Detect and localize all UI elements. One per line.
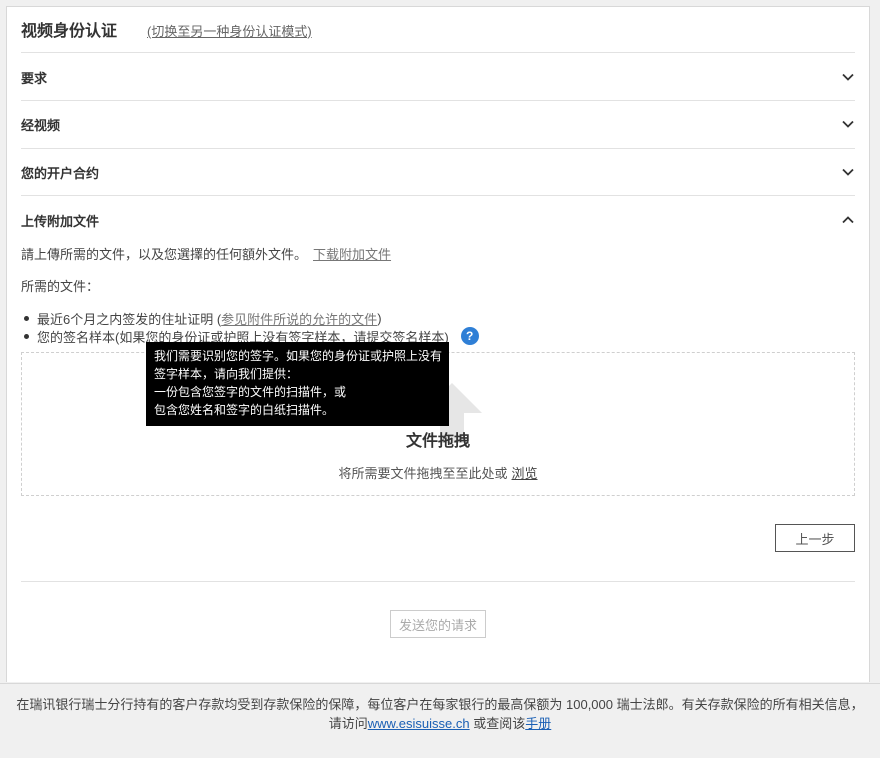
send-request-button[interactable]: 发送您的请求	[390, 610, 486, 638]
required-label: 所需的文件：	[21, 279, 100, 294]
section-label: 要求	[21, 70, 48, 86]
back-button[interactable]: 上一步	[775, 524, 855, 552]
tooltip-line: 签字样本，请向我们提供：	[154, 367, 299, 381]
download-attachment-link[interactable]: 下载附加文件	[313, 247, 391, 262]
tooltip-line: 我们需要识别您的签字。如果您的身份证或护照上没有	[154, 349, 443, 363]
identification-card: 视频身份认证 (切换至另一种身份认证模式) 要求 经视频 您的开户合约 上传附加…	[6, 6, 870, 682]
signature-tooltip: 我们需要识别您的签字。如果您的身份证或护照上没有 签字样本，请向我们提供： 一份…	[146, 342, 449, 426]
tooltip-line: 一份包含您签字的文件的扫描件，或	[154, 385, 347, 399]
page-title: 视频身份认证	[21, 23, 118, 40]
list-item-text: 最近6个月之内签发的住址证明 (	[37, 311, 222, 327]
dropzone-instruction: 将所需要文件拖拽至至此处或	[338, 466, 508, 481]
section-label: 您的开户合约	[21, 165, 100, 181]
section-upload[interactable]: 上传附加文件	[21, 210, 855, 230]
list-item: 最近6个月之内签发的住址证明 (参见附件所说的允许的文件)	[21, 309, 479, 327]
divider	[21, 581, 855, 582]
footer-divider	[0, 683, 880, 684]
switch-mode-link[interactable]: (切换至另一种身份认证模式)	[147, 21, 312, 40]
question-mark-icon[interactable]: ?	[460, 327, 479, 345]
section-requirements[interactable]: 要求	[21, 67, 855, 87]
divider	[21, 100, 855, 101]
footer-text: 或查阅该	[469, 716, 526, 731]
upload-intro-text: 請上傳所需的文件，以及您選擇的任何額外文件。	[21, 247, 308, 262]
footer: 在瑞讯银行瑞士分行持有的客户存款均受到存款保险的保障，每位客户在每家银行的最高保…	[0, 695, 880, 733]
divider	[21, 52, 855, 53]
dropzone-title: 文件拖拽	[405, 433, 470, 450]
footer-text: 请访问	[328, 716, 368, 731]
dropzone-text: 将所需要文件拖拽至至此处或 浏览	[22, 463, 854, 482]
divider	[21, 195, 855, 196]
divider	[21, 148, 855, 149]
header: 视频身份认证 (切换至另一种身份认证模式)	[21, 17, 312, 41]
section-label: 经视频	[21, 117, 61, 133]
allowed-documents-link[interactable]: 参见附件所说的允许的文件	[221, 309, 377, 328]
chevron-down-icon	[842, 168, 854, 176]
footer-line: 请访问www.esisuisse.ch 或查阅该手册	[0, 714, 880, 733]
chevron-up-icon	[842, 216, 854, 224]
upload-intro: 請上傳所需的文件，以及您選擇的任何額外文件。 下载附加文件	[21, 244, 391, 263]
chevron-down-icon	[842, 73, 854, 81]
manual-link[interactable]: 手册	[525, 716, 551, 731]
section-video[interactable]: 经视频	[21, 114, 855, 134]
browse-link[interactable]: 浏览	[512, 466, 538, 481]
required-list: 最近6个月之内签发的住址证明 (参见附件所说的允许的文件) 您的签名样本(如果您…	[21, 309, 479, 345]
chevron-down-icon	[842, 120, 854, 128]
esisuisse-link[interactable]: www.esisuisse.ch	[368, 716, 470, 731]
section-contract[interactable]: 您的开户合约	[21, 162, 855, 182]
bullet-dot	[24, 333, 29, 339]
list-item-text: )	[377, 310, 382, 326]
bullet-dot	[24, 315, 29, 321]
section-label: 上传附加文件	[21, 213, 100, 229]
tooltip-line: 包含您姓名和签字的白纸扫描件。	[154, 403, 335, 417]
footer-line: 在瑞讯银行瑞士分行持有的客户存款均受到存款保险的保障，每位客户在每家银行的最高保…	[16, 697, 864, 712]
